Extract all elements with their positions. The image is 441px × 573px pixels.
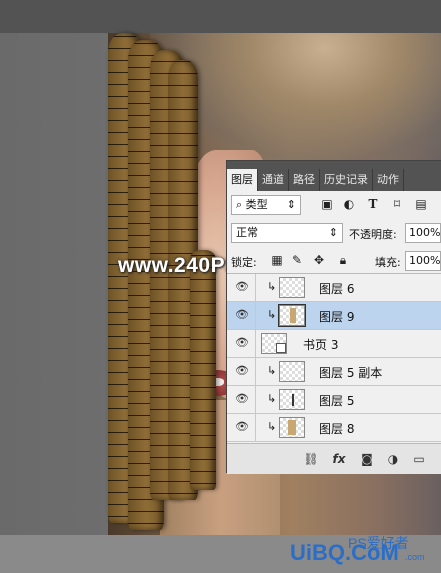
layer-thumbnail [279,417,305,438]
clip-arrow-icon: ↳ [267,280,277,293]
clip-arrow-icon: ↳ [267,420,277,433]
eye-icon[interactable]: 👁︎ [235,393,249,405]
layers-panel[interactable]: 图层 通道 路径 历史记录 动作 ⌕ 类型 ⇕ ▣ ◐ T ⌑ ▤ 正常 ⇕ 不… [226,160,441,474]
layer-thumbnail [261,333,287,354]
divider [255,358,256,385]
layer-row[interactable]: 👁︎ ↳ 图层 5 副本 [227,358,441,386]
layer-row[interactable]: 👁︎ ↳ 图层 5 [227,386,441,414]
divider [255,302,256,329]
divider [255,386,256,413]
logo-text: UiBQ.CoM [290,540,399,565]
layer-thumbnail [278,304,306,327]
adjustment-filter-icon[interactable]: ◐ [341,196,357,212]
layers-footer: ⛓︎ fx ◙ ◑ ▭ [227,443,441,474]
layer-name[interactable]: 图层 9 [319,308,354,325]
lock-paint-icon[interactable]: ✎ [289,252,305,268]
layer-list: 👁︎ ↳ 图层 6 👁︎ ↳ 图层 9 👁︎ 书页 3 👁︎ ↳ 图层 5 副本… [227,273,441,444]
tab-actions[interactable]: 动作 [373,169,404,191]
layer-row[interactable]: 👁︎ 书页 3 [227,330,441,358]
blend-mode-select[interactable]: 正常 ⇕ [231,223,343,243]
filter-kind-value: 类型 [245,198,268,211]
layer-name[interactable]: 图层 6 [319,280,354,297]
thumbnail-content [290,308,296,323]
panel-header[interactable] [227,161,441,169]
clip-arrow-icon: ↳ [267,392,277,405]
opacity-label: 不透明度: [349,228,397,241]
tab-history[interactable]: 历史记录 [320,169,373,191]
eye-icon[interactable]: 👁︎ [235,281,249,293]
layer-name[interactable]: 图层 8 [319,420,354,437]
eye-icon[interactable]: 👁︎ [235,421,249,433]
opacity-input[interactable]: 100% [405,223,441,243]
search-icon: ⌕ [236,198,243,211]
eye-icon[interactable]: 👁︎ [235,365,249,377]
eye-icon[interactable]: 👁︎ [235,337,249,349]
lock-all-icon[interactable]: 🔒︎ [335,252,351,268]
layer-row[interactable]: 👁︎ ↳ 图层 6 [227,274,441,302]
logo-domain: .com [405,552,425,562]
canvas-top-background [0,0,441,33]
smartobject-filter-icon[interactable]: ▤ [413,196,429,212]
chevron-updown-icon: ⇕ [328,226,338,239]
shape-filter-icon[interactable]: ⌑ [389,196,405,212]
filter-row: ⌕ 类型 ⇕ ▣ ◐ T ⌑ ▤ [227,193,441,217]
image-filter-icon[interactable]: ▣ [319,196,335,212]
clip-arrow-icon: ↳ [267,364,277,377]
divider [255,330,256,357]
lock-transparent-icon[interactable]: ▦ [269,252,285,268]
layer-row[interactable]: 👁︎ ↳ 图层 8 [227,414,441,442]
lock-move-icon[interactable]: ✥ [311,252,327,268]
blend-row: 正常 ⇕ 不透明度: 100% [227,221,441,245]
type-filter-icon[interactable]: T [365,196,381,212]
layer-thumbnail [279,277,305,298]
lock-label: 锁定: [231,256,257,269]
link-icon[interactable]: ⛓︎ [303,451,319,467]
divider [255,274,256,301]
clip-arrow-icon: ↳ [267,308,277,321]
fill-label: 填充: [375,256,401,269]
tab-paths[interactable]: 路径 [289,169,320,191]
divider [255,414,256,441]
layer-thumbnail [279,389,305,410]
layer-thumbnail [279,361,305,382]
panel-tabs: 图层 通道 路径 历史记录 动作 [227,169,441,191]
tab-channels[interactable]: 通道 [258,169,289,191]
layer-name[interactable]: 书页 3 [303,336,338,353]
mask-icon[interactable]: ◙ [359,451,375,467]
blend-mode-value: 正常 [236,226,258,239]
fx-icon[interactable]: fx [331,451,347,467]
smart-object-badge-icon [276,343,286,353]
lock-row: 锁定: ▦ ✎ ✥ 🔒︎ 填充: 100% [227,249,441,273]
adjustment-icon[interactable]: ◑ [385,451,401,467]
eye-icon[interactable]: 👁︎ [235,309,249,321]
thumbnail-content [288,420,296,435]
layer-name[interactable]: 图层 5 副本 [319,364,382,381]
paper-strip-5 [190,250,216,490]
chevron-updown-icon: ⇕ [286,198,296,211]
layer-row-selected[interactable]: 👁︎ ↳ 图层 9 [227,302,441,330]
layer-filter-select[interactable]: ⌕ 类型 ⇕ [231,195,301,215]
layer-name[interactable]: 图层 5 [319,392,354,409]
thumbnail-content [292,394,294,406]
folder-icon[interactable]: ▭ [411,451,427,467]
tab-layers[interactable]: 图层 [227,169,258,191]
fill-input[interactable]: 100% [405,251,441,271]
